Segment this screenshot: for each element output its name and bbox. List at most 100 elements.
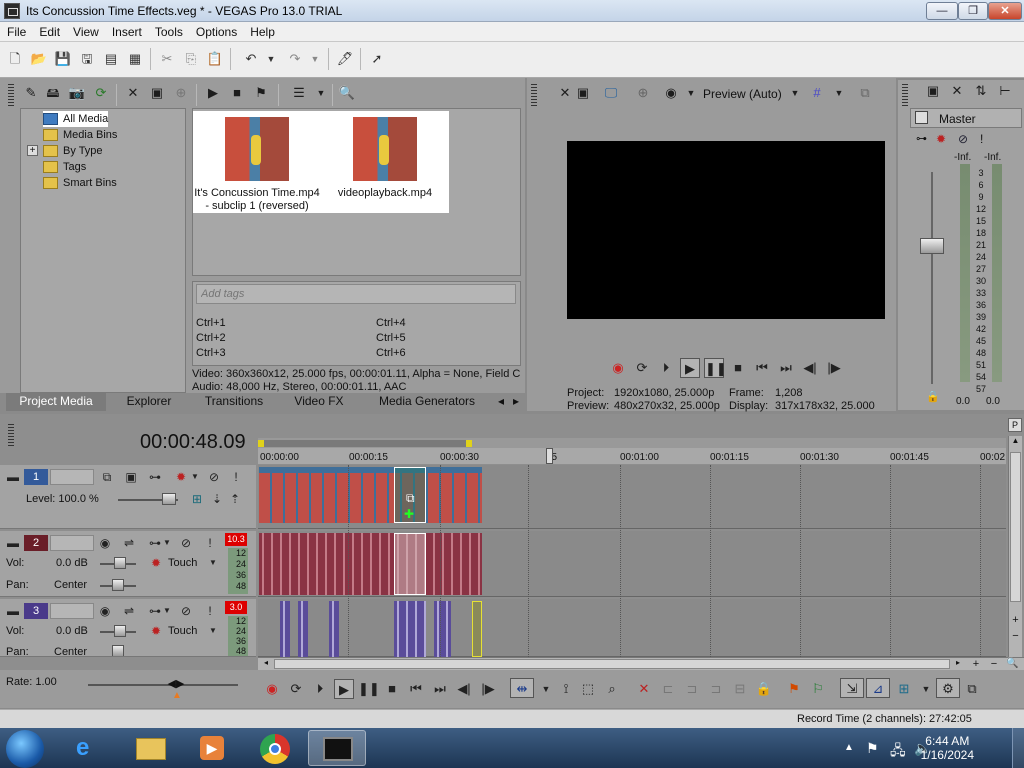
pane-grip[interactable] [531, 84, 537, 108]
redo-icon[interactable]: ↷ [286, 50, 304, 68]
track-name-field[interactable] [50, 469, 94, 485]
media-item[interactable]: videoplayback.mp4 [321, 111, 449, 213]
menu-insert[interactable]: Insert [105, 22, 148, 42]
invert-phase-icon[interactable]: ⇌ [120, 535, 138, 551]
taskbar-chrome[interactable] [246, 730, 302, 766]
views-dropdown-icon[interactable]: ▼ [312, 84, 330, 102]
vertical-scroll-thumb[interactable] [1010, 452, 1021, 602]
menu-edit[interactable]: Edit [32, 22, 66, 42]
track-motion-icon[interactable]: ▣ [122, 469, 140, 485]
zoom-tool-icon[interactable]: 🔍 [1006, 658, 1018, 670]
track-fx-dropdown-icon[interactable]: ▼ [162, 535, 172, 551]
new-file-icon[interactable]: 🗋 [6, 50, 24, 68]
mixer-properties-icon[interactable]: ▣ [924, 82, 942, 100]
audio-event[interactable] [434, 601, 451, 657]
timeline-loop-icon[interactable]: ⟳ [286, 679, 306, 699]
track-lane-1[interactable]: ⧉ ✚ [258, 465, 1006, 529]
previous-frame-icon[interactable]: ◀| [800, 358, 820, 378]
track-composite-child-icon[interactable]: ⊞ [188, 491, 206, 507]
mute-icon[interactable]: ⊘ [178, 535, 194, 551]
tab-project-media[interactable]: Project Media [6, 393, 106, 411]
refresh-icon[interactable]: ⟳ [92, 84, 110, 102]
timeline-previous-frame-icon[interactable]: ◀| [454, 679, 474, 699]
scroll-up-icon[interactable]: ▲ [1009, 436, 1022, 449]
timeline-horizontal-scrollbar[interactable]: ◂ ▸ + − 🔍 [258, 657, 1024, 670]
audio-event[interactable] [259, 533, 482, 595]
zoom-out-track-height-icon[interactable]: − [1009, 630, 1022, 643]
loop-region[interactable] [258, 440, 472, 447]
pane-grip[interactable] [902, 84, 908, 106]
auto-preview-icon[interactable]: ⚑ [252, 84, 270, 102]
master-fader-handle[interactable] [920, 238, 944, 254]
zoom-in-time-icon[interactable]: + [970, 658, 982, 670]
track-name-field[interactable] [50, 603, 94, 619]
tag-shortcut[interactable]: Ctrl+2 [196, 332, 226, 344]
action-center-icon[interactable]: ⚑ [866, 740, 879, 757]
video-event[interactable] [259, 467, 482, 523]
track-collapse-icon[interactable]: ▬ [6, 603, 20, 619]
timeline-pause-icon[interactable]: ❚❚ [358, 679, 380, 699]
preview-quality-icon[interactable]: ◉ [662, 84, 680, 102]
video-fx-icon[interactable]: ⊕ [634, 84, 652, 102]
open-folder-icon[interactable]: 📂 [30, 50, 48, 68]
mute-icon[interactable]: ⊘ [178, 603, 194, 619]
stop-icon[interactable]: ■ [728, 358, 748, 378]
tree-item-smart-bins[interactable]: Smart Bins [43, 175, 117, 191]
lock-event-icon[interactable]: 🔒 [754, 679, 774, 699]
network-icon[interactable]: 🖧 [890, 740, 906, 764]
next-frame-icon[interactable]: |▶ [824, 358, 844, 378]
minimize-button[interactable]: — [926, 2, 958, 20]
maximize-button[interactable]: ❐ [958, 2, 988, 20]
audio-event[interactable] [472, 601, 482, 657]
copy-icon[interactable]: ⎘ [182, 50, 200, 68]
zoom-out-time-icon[interactable]: − [988, 658, 1000, 670]
timeline-next-frame-icon[interactable]: |▶ [478, 679, 498, 699]
volume-slider-handle[interactable] [114, 625, 126, 637]
automation-mode-label[interactable]: Touch [168, 625, 197, 637]
event-pan-crop-icon[interactable]: ⧉ [406, 491, 415, 506]
undo-icon[interactable]: ↶ [242, 50, 260, 68]
automation-mode-label[interactable]: Touch [168, 557, 197, 569]
pane-grip[interactable] [8, 424, 14, 448]
trim-end-icon[interactable]: ⊐ [706, 679, 726, 699]
taskbar-file-explorer[interactable] [122, 730, 178, 766]
event-fx-icon[interactable]: ✚ [404, 507, 414, 521]
preview-mode-label[interactable]: Preview (Auto) [703, 87, 782, 101]
grouping-dropdown-icon[interactable]: ▼ [916, 679, 936, 699]
scroll-left-icon[interactable]: ◂ [260, 658, 272, 670]
tag-shortcut[interactable]: Ctrl+1 [196, 317, 226, 329]
tab-transitions[interactable]: Transitions [194, 393, 274, 411]
overlays-dropdown-icon[interactable]: ▼ [830, 84, 848, 102]
solo-icon[interactable]: ! [204, 535, 216, 551]
menu-file[interactable]: File [0, 22, 32, 42]
trim-icon[interactable]: ⊏ [658, 679, 678, 699]
auto-ripple-icon[interactable]: ⇲ [840, 678, 864, 698]
expand-by-type-icon[interactable]: + [27, 145, 38, 156]
level-slider-handle[interactable] [162, 493, 176, 505]
pane-grip[interactable] [8, 84, 14, 108]
track-lane-2[interactable] [258, 531, 1006, 597]
tag-shortcut[interactable]: Ctrl+3 [196, 347, 226, 359]
play-media-icon[interactable]: ▶ [204, 84, 222, 102]
automation-mode-dropdown-icon[interactable]: ▼ [208, 623, 218, 639]
audio-event[interactable] [394, 601, 426, 657]
tab-video-fx[interactable]: Video FX [284, 393, 354, 411]
menu-options[interactable]: Options [189, 22, 243, 42]
lock-envelopes-icon[interactable]: ⊿ [866, 678, 890, 698]
lock-icon[interactable]: 🔒 [926, 390, 940, 403]
make-compositing-parent-icon[interactable]: ⇡ [228, 491, 242, 507]
insert-marker-icon[interactable]: ⚑ [784, 679, 804, 699]
track-header-1[interactable]: ▬ 1 ⧉ ▣ ⊶ ✹ ▼ ⊘ ! Level: 100.0 % ⊞ ⇣ ⇡ [0, 465, 256, 529]
rate-slider-handle[interactable]: ◀▶ [164, 678, 188, 690]
automation-mode-icon[interactable]: ✹ [148, 555, 164, 571]
properties-icon[interactable]: ▦ [126, 50, 144, 68]
enable-snapping-icon[interactable]: 🖊 [336, 50, 354, 68]
zoom-in-track-height-icon[interactable]: + [1009, 614, 1022, 627]
pan-slider-handle[interactable] [112, 579, 124, 591]
volume-slider-handle[interactable] [114, 557, 126, 569]
selection-tool-icon[interactable]: ⬚ [578, 679, 598, 699]
remove-media-icon[interactable]: ✕ [124, 84, 142, 102]
save-icon[interactable]: 💾 [54, 50, 72, 68]
tag-shortcut[interactable]: Ctrl+4 [376, 317, 406, 329]
taskbar-clock[interactable]: 6:44 AM 1/16/2024 [921, 734, 974, 762]
